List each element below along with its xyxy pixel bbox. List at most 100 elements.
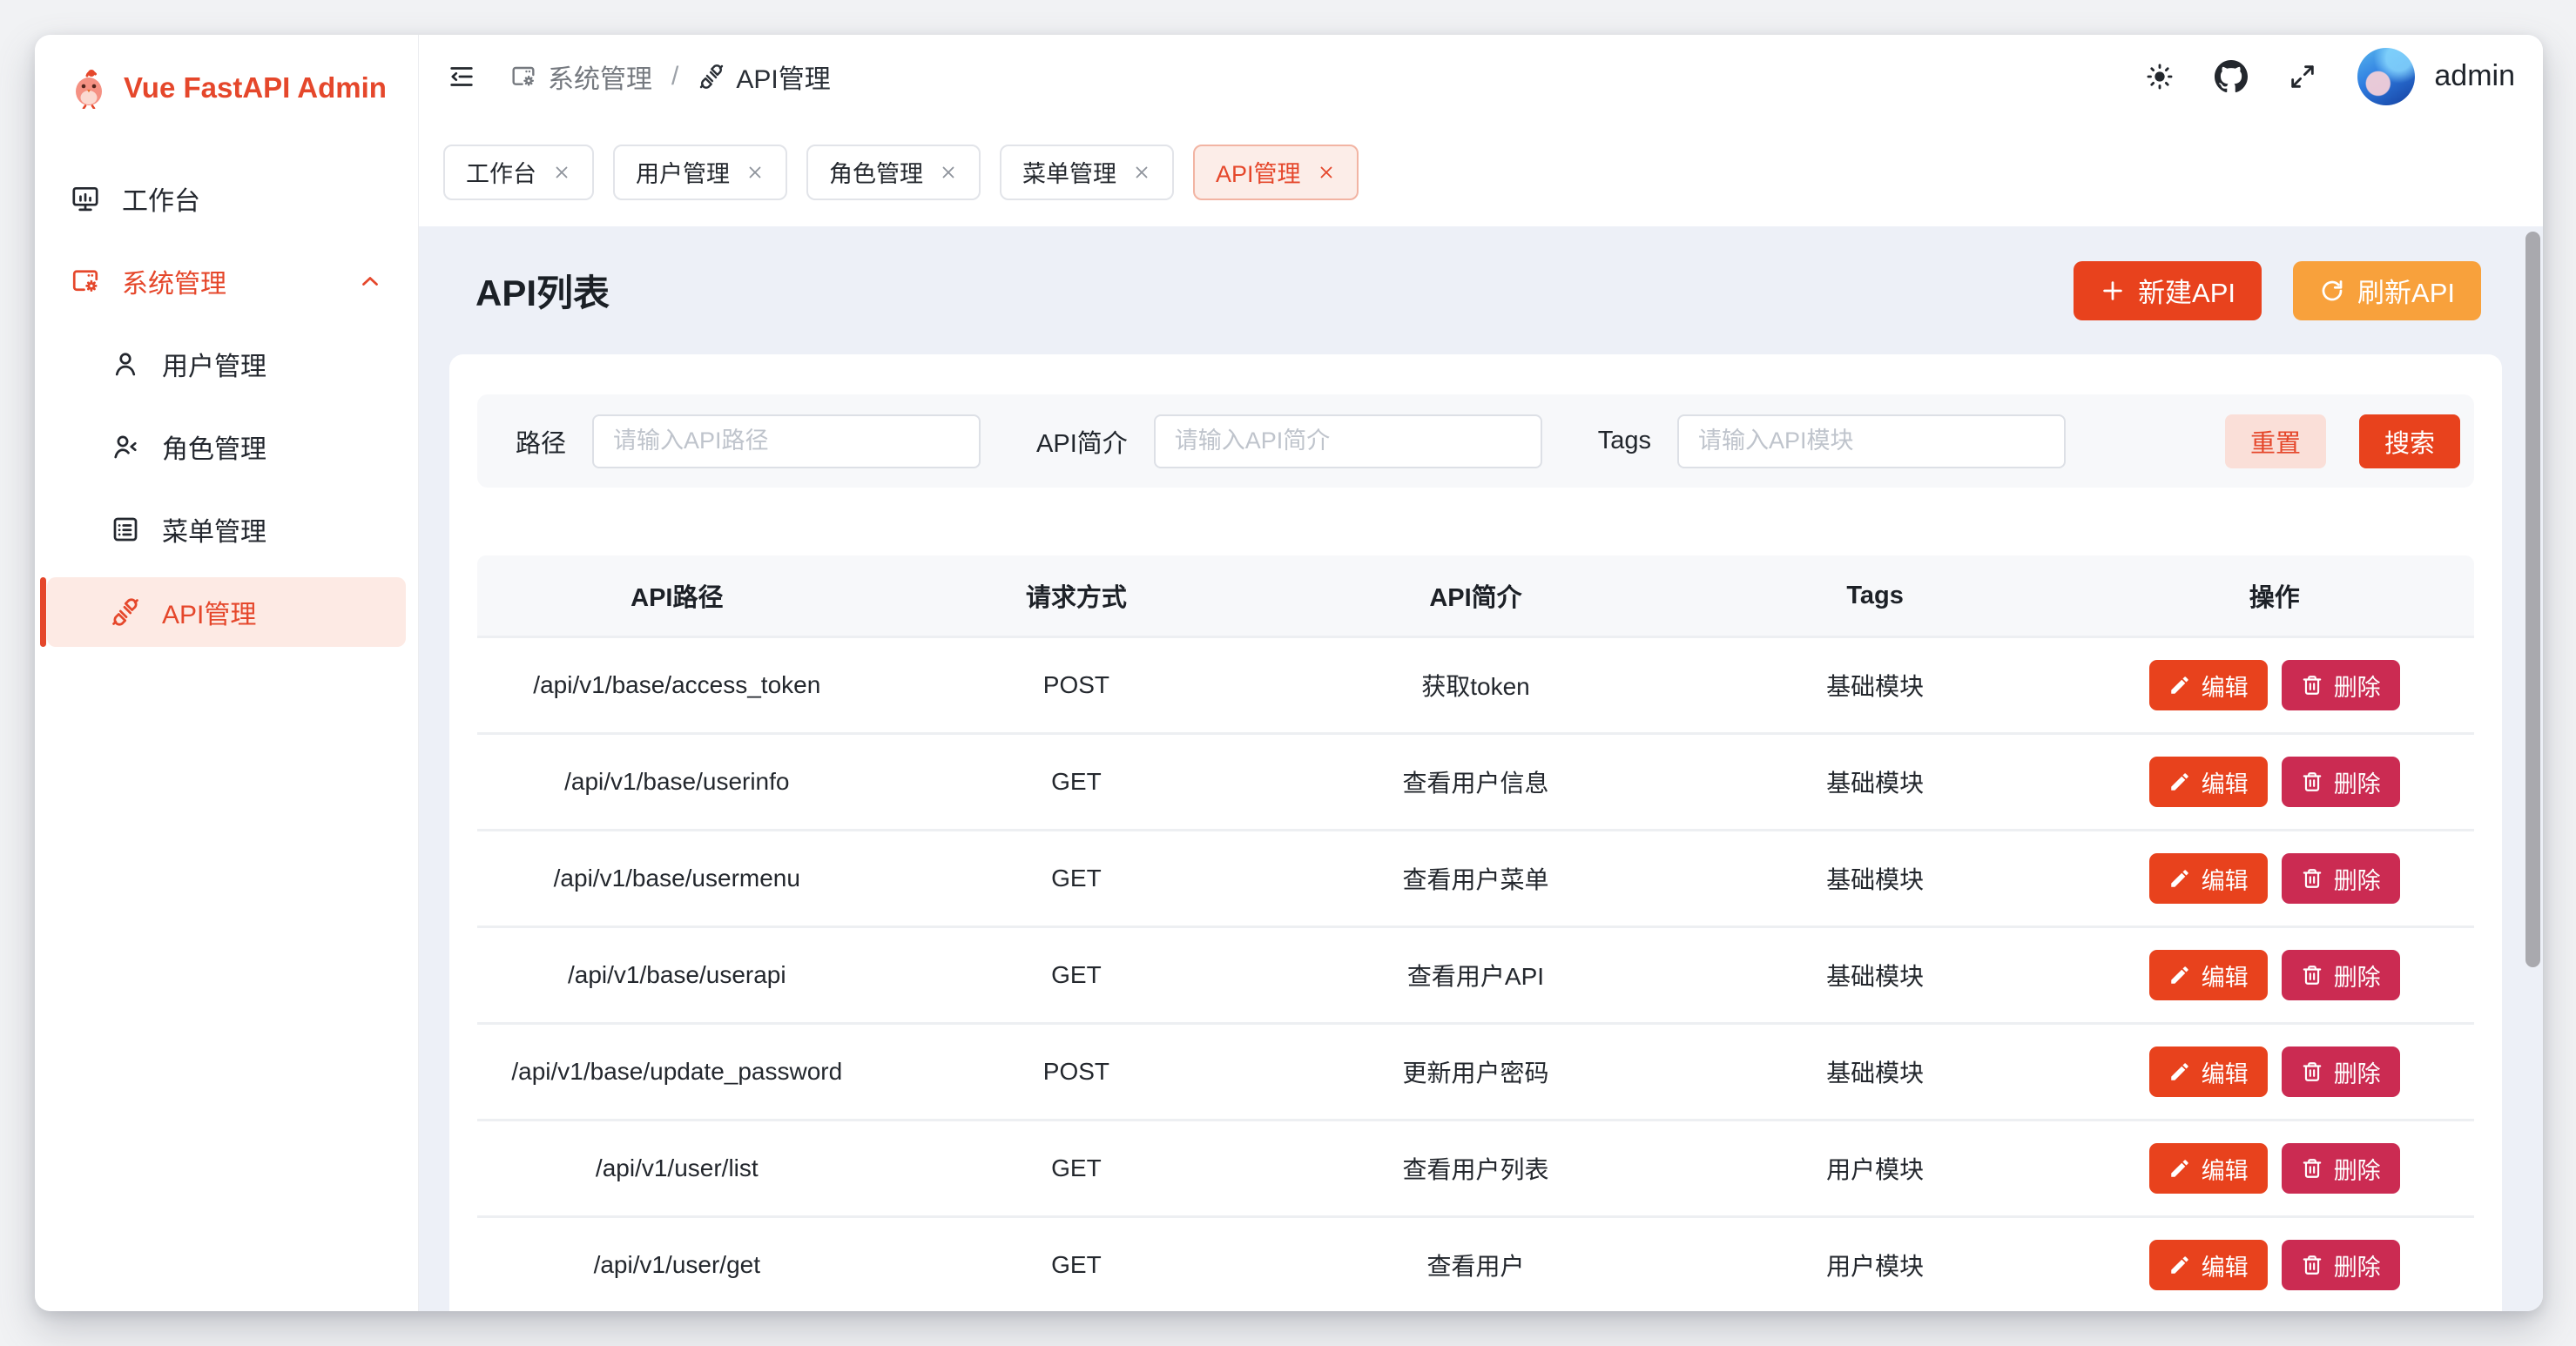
tab-chip[interactable]: API管理 <box>1193 145 1359 200</box>
edit-button[interactable]: 编辑 <box>2149 1240 2268 1290</box>
cell-actions: 编辑 删除 <box>2074 831 2474 925</box>
delete-button[interactable]: 删除 <box>2282 660 2400 710</box>
sidebar: Vue FastAPI Admin 工作台 系统管理 用户管理 <box>35 35 419 1311</box>
sidebar-item-label: 工作台 <box>122 179 200 218</box>
edit-button[interactable]: 编辑 <box>2149 660 2268 710</box>
create-api-button[interactable]: 新建API <box>2074 261 2262 320</box>
edit-button[interactable]: 编辑 <box>2149 757 2268 807</box>
trash-icon <box>2301 771 2323 793</box>
tab-chip[interactable]: 菜单管理 <box>1000 145 1174 200</box>
table-row: /api/v1/base/access_token POST 获取token 基… <box>477 636 2474 732</box>
cell-http-method: GET <box>877 928 1277 1022</box>
pencil-icon <box>2168 964 2191 986</box>
scrollbar-thumb[interactable] <box>2525 232 2540 967</box>
table-row: /api/v1/base/userapi GET 查看用户API 基础模块 编辑 <box>477 925 2474 1022</box>
filter-field-input[interactable] <box>592 414 981 468</box>
plug-icon <box>110 596 141 628</box>
sidebar-item[interactable]: API管理 <box>47 577 406 647</box>
filter-field: Tags <box>1598 414 2066 468</box>
edit-button[interactable]: 编辑 <box>2149 1143 2268 1194</box>
cell-api-summary: 查看用户菜单 <box>1276 831 1676 925</box>
filter-buttons: 重置 搜索 <box>2225 414 2460 468</box>
trash-icon <box>2301 964 2323 986</box>
desktop-background: { "app": { "name": "Vue FastAPI Admin" }… <box>0 0 2576 1346</box>
cell-http-method: POST <box>877 1025 1277 1119</box>
delete-button[interactable]: 删除 <box>2282 950 2400 1000</box>
tab-close-icon[interactable] <box>745 163 765 182</box>
cell-api-summary: 查看用户API <box>1276 928 1676 1022</box>
delete-button[interactable]: 删除 <box>2282 1240 2400 1290</box>
cell-api-summary: 获取token <box>1276 638 1676 732</box>
sidebar-menu: 工作台 系统管理 用户管理 角色管理 <box>35 164 418 647</box>
sidebar-item-label: 菜单管理 <box>162 510 266 548</box>
breadcrumb: 系统管理 / API管理 <box>509 57 831 96</box>
trash-icon <box>2301 674 2323 697</box>
cell-api-summary: 查看用户信息 <box>1276 735 1676 829</box>
breadcrumb-item-system[interactable]: 系统管理 <box>509 57 652 96</box>
tab-close-icon[interactable] <box>552 163 571 182</box>
theme-toggle-sun-icon[interactable] <box>2145 62 2175 91</box>
tab-close-icon[interactable] <box>1132 163 1151 182</box>
search-button[interactable]: 搜索 <box>2359 414 2460 468</box>
tab-close-icon[interactable] <box>1317 163 1336 182</box>
filter-field-input[interactable] <box>1154 414 1542 468</box>
sidebar-item[interactable]: 角色管理 <box>47 412 406 481</box>
table-row: /api/v1/user/list GET 查看用户列表 用户模块 编辑 <box>477 1119 2474 1215</box>
tab-chip[interactable]: 角色管理 <box>806 145 981 200</box>
tab-chip-label: API管理 <box>1216 155 1301 189</box>
fullscreen-icon[interactable] <box>2288 62 2317 91</box>
delete-button[interactable]: 删除 <box>2282 1143 2400 1194</box>
tab-close-icon[interactable] <box>939 163 958 182</box>
cell-api-path: /api/v1/user/get <box>477 1218 877 1311</box>
chevron-up-icon[interactable] <box>357 268 383 294</box>
sidebar-item[interactable]: 工作台 <box>47 164 406 233</box>
filter-panel: 路径 API简介 Tags <box>477 394 2474 488</box>
edit-button[interactable]: 编辑 <box>2149 1047 2268 1097</box>
cell-http-method: GET <box>877 1121 1277 1215</box>
avatar[interactable] <box>2357 48 2415 105</box>
tab-chip[interactable]: 工作台 <box>443 145 594 200</box>
tabs-bar: 工作台 用户管理 角色管理 菜单管理 <box>419 118 2543 226</box>
cell-http-method: GET <box>877 735 1277 829</box>
cell-actions: 编辑 删除 <box>2074 1025 2474 1119</box>
refresh-api-button[interactable]: 刷新API <box>2293 261 2481 320</box>
pencil-icon <box>2168 1157 2191 1180</box>
sidebar-item[interactable]: 用户管理 <box>47 329 406 399</box>
chicken-logo-icon <box>68 67 110 109</box>
sidebar-collapse-icon[interactable] <box>447 62 476 91</box>
filter-field-input[interactable] <box>1677 414 2066 468</box>
sidebar-item[interactable]: 菜单管理 <box>47 495 406 564</box>
monitor-icon <box>70 183 101 214</box>
topbar: 系统管理 / API管理 admin <box>419 35 2543 118</box>
app-logo[interactable]: Vue FastAPI Admin <box>35 35 418 141</box>
github-icon[interactable] <box>2215 60 2248 93</box>
cell-api-path: /api/v1/base/usermenu <box>477 831 877 925</box>
edit-button[interactable]: 编辑 <box>2149 950 2268 1000</box>
trash-icon <box>2301 1157 2323 1180</box>
delete-button[interactable]: 删除 <box>2282 1047 2400 1097</box>
user-menu[interactable]: admin <box>2357 48 2515 105</box>
delete-button[interactable]: 删除 <box>2282 757 2400 807</box>
table-row: /api/v1/base/usermenu GET 查看用户菜单 基础模块 编辑 <box>477 829 2474 925</box>
user-icon <box>110 348 141 380</box>
edit-button[interactable]: 编辑 <box>2149 853 2268 904</box>
cell-tags: 基础模块 <box>1676 928 2075 1022</box>
app-window: Vue FastAPI Admin 工作台 系统管理 用户管理 <box>35 35 2543 1311</box>
tab-chip[interactable]: 用户管理 <box>613 145 787 200</box>
sidebar-item[interactable]: 系统管理 <box>47 246 406 316</box>
delete-button[interactable]: 删除 <box>2282 853 2400 904</box>
breadcrumb-separator: / <box>671 62 678 91</box>
filter-field-label: 路径 <box>516 423 566 460</box>
cell-actions: 编辑 删除 <box>2074 1121 2474 1215</box>
filter-field-label: API简介 <box>1036 423 1128 460</box>
sidebar-item-label: API管理 <box>162 593 256 631</box>
api-table: API路径 请求方式 API简介 Tags 操作 <box>477 555 2474 1311</box>
table-body: /api/v1/base/access_token POST 获取token 基… <box>477 636 2474 1311</box>
window-gear-icon <box>70 266 101 297</box>
breadcrumb-item-api[interactable]: API管理 <box>698 57 830 96</box>
cell-api-summary: 查看用户列表 <box>1276 1121 1676 1215</box>
reset-button[interactable]: 重置 <box>2225 414 2326 468</box>
table-column-header: 操作 <box>2074 555 2474 636</box>
tab-chip-label: 工作台 <box>466 155 536 189</box>
main-area: 系统管理 / API管理 admin <box>419 35 2543 1311</box>
